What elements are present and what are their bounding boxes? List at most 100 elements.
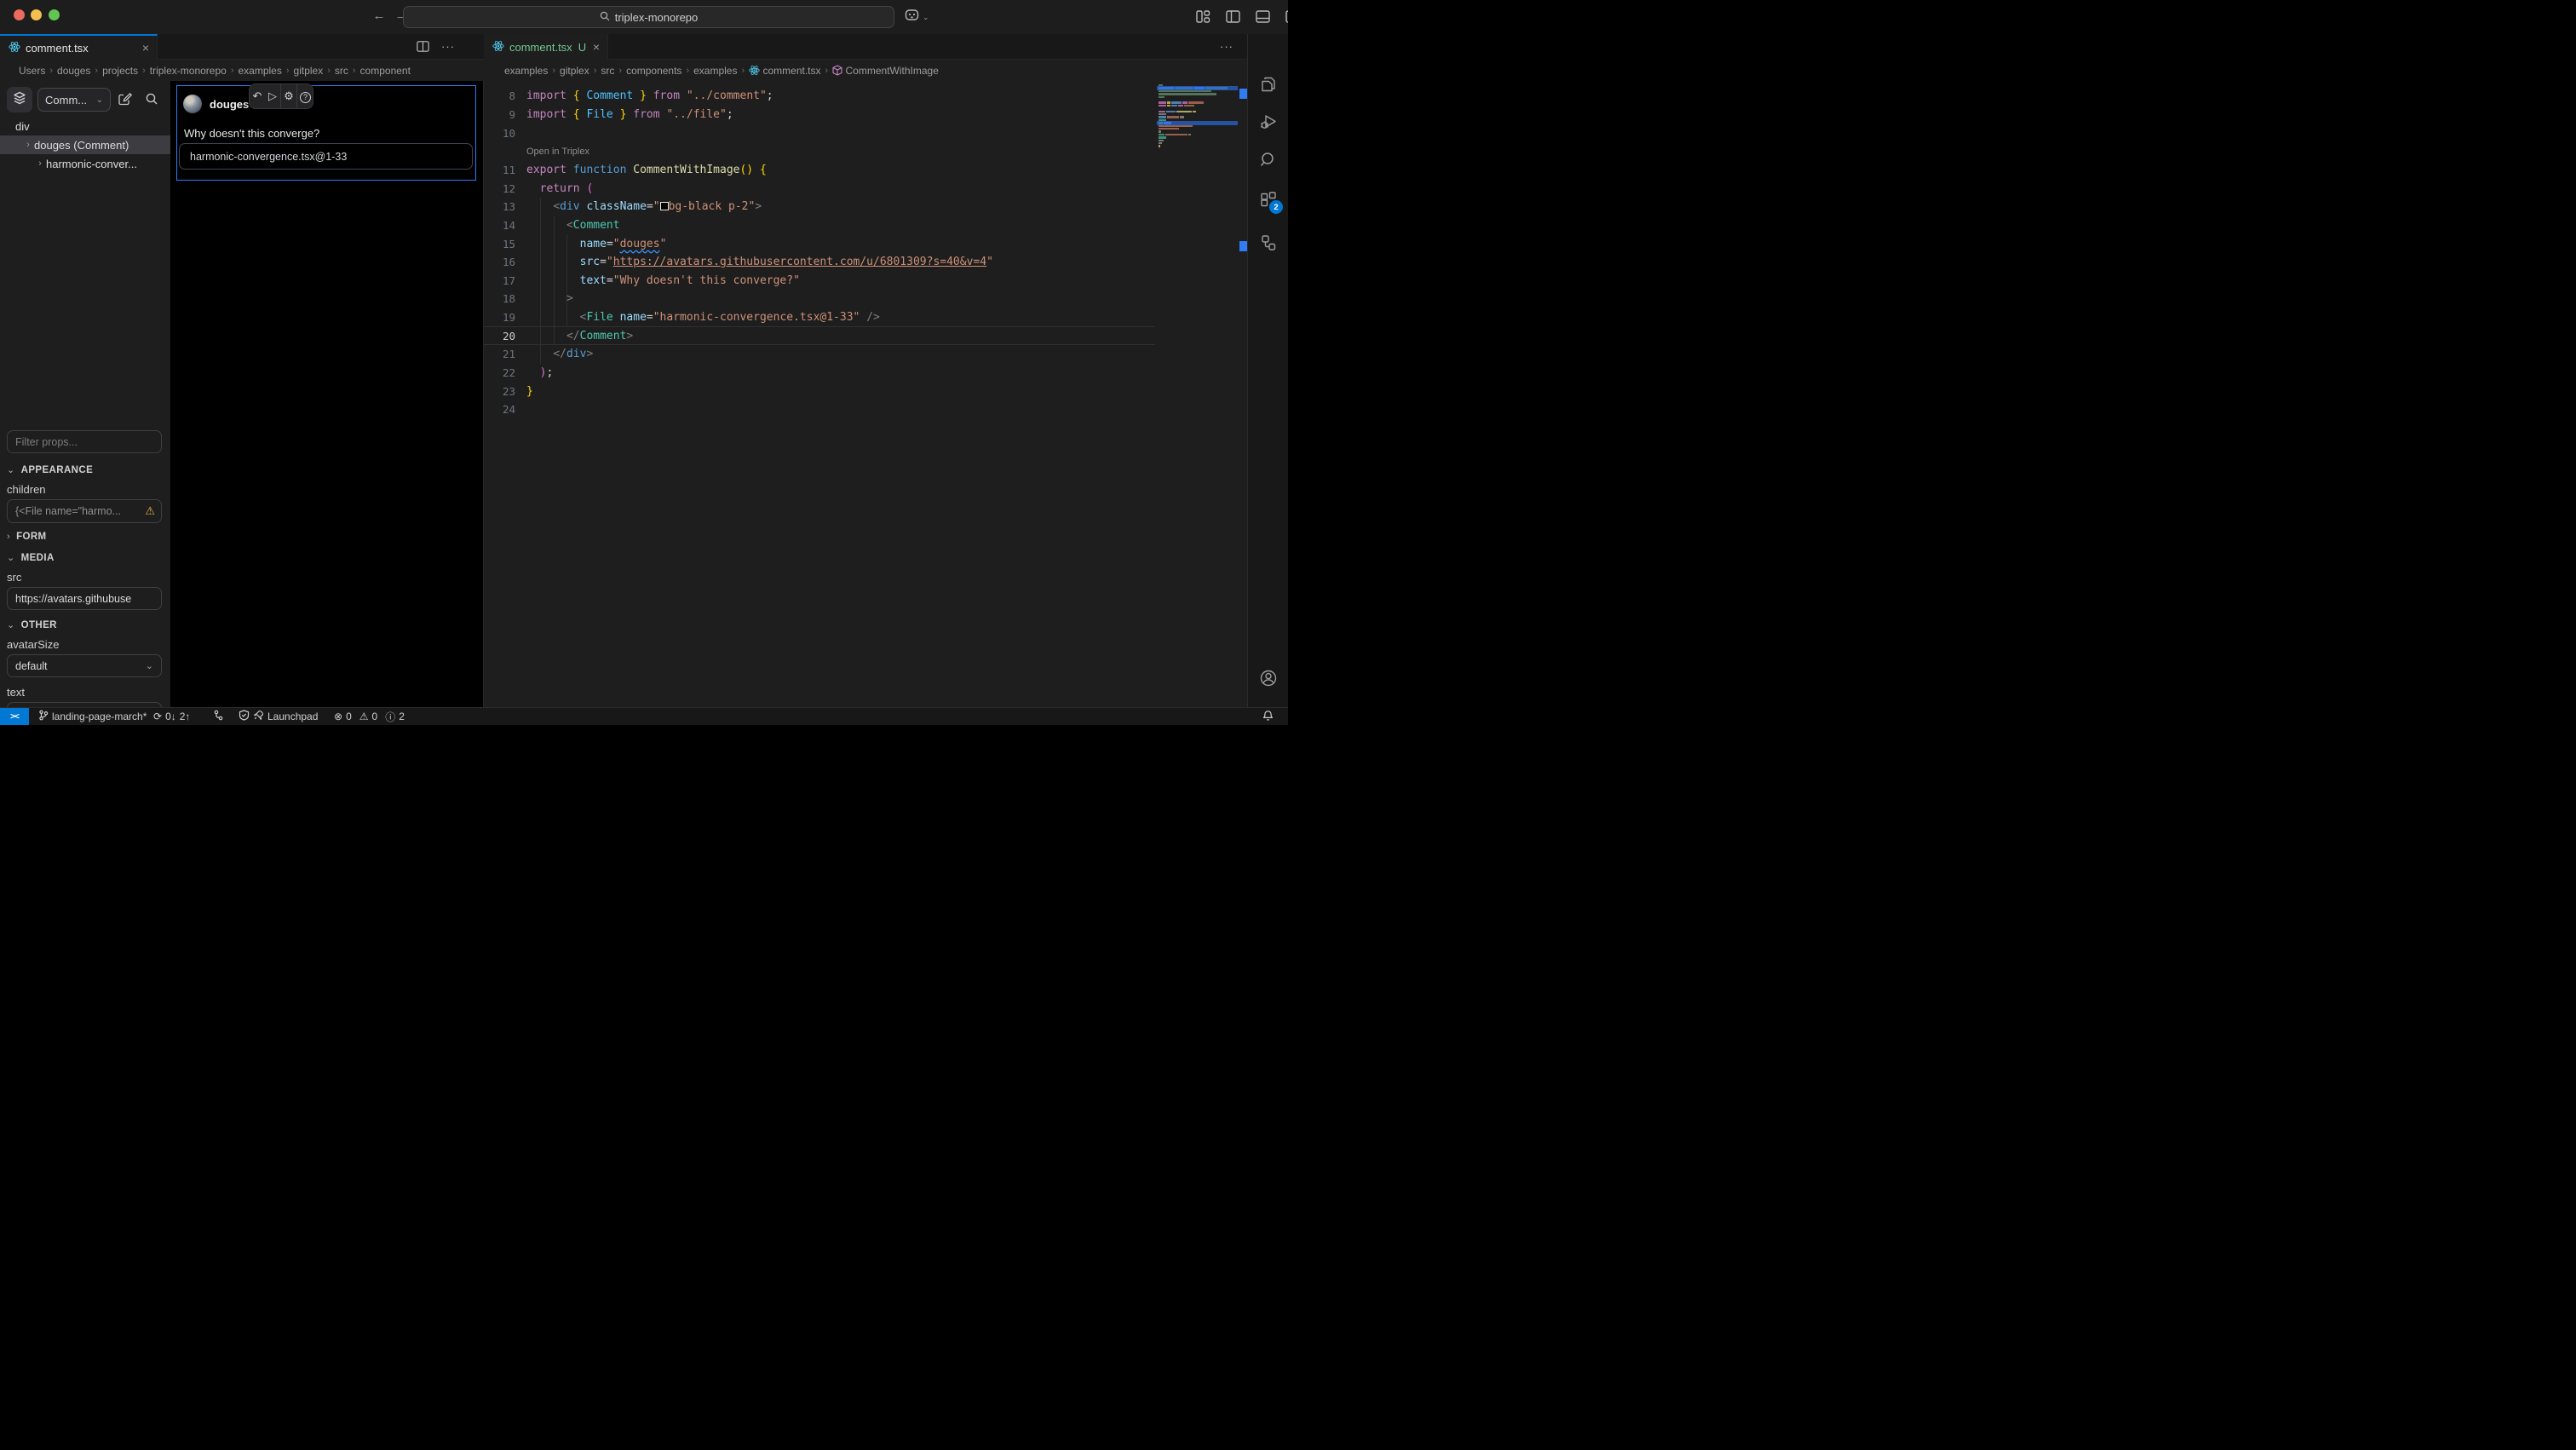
breadcrumb-item[interactable]: douges bbox=[57, 65, 90, 77]
breadcrumb-item[interactable]: component bbox=[360, 65, 411, 77]
tab-comment-tsx-right[interactable]: comment.tsx U × bbox=[484, 34, 608, 60]
split-editor-icon[interactable] bbox=[417, 40, 429, 57]
gear-icon[interactable]: ⚙ bbox=[281, 89, 296, 103]
breadcrumb-item[interactable]: gitplex bbox=[294, 65, 324, 77]
minimap-row bbox=[1159, 93, 1216, 95]
customize-layout-icon[interactable] bbox=[1196, 9, 1210, 24]
run-debug-icon[interactable] bbox=[1259, 112, 1278, 131]
explorer-icon[interactable] bbox=[1259, 75, 1278, 94]
breadcrumb-item[interactable]: examples bbox=[693, 65, 737, 77]
breadcrumb-item[interactable]: examples bbox=[238, 65, 281, 77]
close-tab-icon[interactable]: × bbox=[593, 40, 600, 54]
line-number: 18 bbox=[484, 292, 515, 305]
code-token: { bbox=[760, 164, 767, 176]
component-select[interactable]: Comm... ⌄ bbox=[37, 88, 111, 112]
close-window-button[interactable] bbox=[14, 9, 25, 20]
copilot-menu[interactable]: ⌄ bbox=[905, 9, 929, 26]
history-back-button[interactable]: ← bbox=[370, 9, 388, 23]
new-component-icon[interactable] bbox=[118, 92, 132, 111]
play-icon[interactable]: ▷ bbox=[265, 89, 280, 103]
minimap-segment bbox=[1159, 130, 1161, 132]
search-icon[interactable] bbox=[145, 92, 158, 110]
account-icon[interactable] bbox=[1259, 669, 1278, 688]
code-line[interactable]: 16 src="https://avatars.githubuserconten… bbox=[484, 253, 1157, 272]
code-line[interactable]: 13 <div className="bg-black p-2"> bbox=[484, 198, 1157, 216]
src-input[interactable] bbox=[7, 587, 162, 610]
code-line[interactable]: 19 <File name="harmonic-convergence.tsx@… bbox=[484, 308, 1157, 327]
problems-item[interactable]: ⊗ 0 ⚠ 0 ⓘ 2 bbox=[334, 708, 405, 725]
section-form[interactable]: › FORM bbox=[7, 532, 47, 542]
layers-button[interactable] bbox=[7, 87, 32, 112]
code-line[interactable]: 21 </div> bbox=[484, 345, 1157, 364]
children-input[interactable]: {<File name="harmo... ⚠ bbox=[7, 499, 162, 523]
code-line[interactable]: 8import { Comment } from "../comment"; bbox=[484, 87, 1157, 106]
code-line[interactable]: 9import { File } from "../file"; bbox=[484, 106, 1157, 124]
git-status-badge: U bbox=[578, 41, 586, 54]
toggle-secondary-sidebar-icon[interactable] bbox=[1285, 9, 1288, 24]
code-line[interactable]: 12 return ( bbox=[484, 179, 1157, 198]
maximize-window-button[interactable] bbox=[49, 9, 60, 20]
chevron-right-icon[interactable]: › bbox=[22, 140, 34, 150]
breadcrumb-item[interactable]: Users bbox=[19, 65, 45, 77]
tab-comment-tsx-left[interactable]: comment.tsx × bbox=[0, 34, 158, 60]
minimap[interactable] bbox=[1157, 81, 1238, 707]
more-actions-icon[interactable]: ··· bbox=[441, 40, 455, 57]
breadcrumb-item[interactable]: components bbox=[626, 65, 681, 77]
tree-row[interactable]: ›douges (Comment) bbox=[0, 135, 170, 154]
breadcrumb-file-item[interactable]: comment.tsx bbox=[749, 65, 820, 77]
notifications-item[interactable] bbox=[1262, 708, 1274, 725]
close-tab-icon[interactable]: × bbox=[142, 41, 149, 55]
breadcrumb-item[interactable]: examples bbox=[504, 65, 548, 77]
code-token: File bbox=[586, 108, 612, 121]
search-icon[interactable] bbox=[1259, 151, 1278, 170]
code-line[interactable]: 24 bbox=[484, 400, 1157, 419]
left-group-actions: ··· bbox=[417, 40, 455, 57]
extensions-icon[interactable]: 2 bbox=[1259, 191, 1278, 210]
launchpad-item[interactable]: Launchpad bbox=[239, 708, 318, 725]
code-line[interactable]: 17 text="Why doesn't this converge?" bbox=[484, 272, 1157, 291]
code-line[interactable]: 15 name="douges" bbox=[484, 234, 1157, 253]
breadcrumb-separator: › bbox=[552, 66, 555, 76]
tree-row[interactable]: ›harmonic-conver... bbox=[0, 154, 170, 173]
code-line[interactable]: 18 > bbox=[484, 290, 1157, 308]
code-line[interactable]: 22 ); bbox=[484, 364, 1157, 383]
file-chip[interactable]: harmonic-convergence.tsx@1-33 bbox=[179, 143, 473, 170]
breadcrumb-item[interactable]: projects bbox=[102, 65, 138, 77]
code-line[interactable]: 14 <Comment bbox=[484, 216, 1157, 235]
remote-indicator[interactable]: >< bbox=[0, 708, 29, 725]
section-other[interactable]: ⌄ OTHER bbox=[7, 619, 57, 630]
section-media[interactable]: ⌄ MEDIA bbox=[7, 552, 55, 563]
toggle-primary-sidebar-icon[interactable] bbox=[1226, 9, 1240, 24]
avatarsize-select[interactable]: default ⌄ bbox=[7, 654, 162, 677]
minimap-segment bbox=[1194, 87, 1205, 89]
chevron-right-icon[interactable]: › bbox=[34, 158, 46, 169]
breadcrumb-item[interactable]: src bbox=[335, 65, 348, 77]
selected-component-outline[interactable]: douges Why doesn't this converge? harmon… bbox=[176, 85, 476, 181]
breadcrumb-item[interactable]: src bbox=[601, 65, 614, 77]
more-actions-icon[interactable]: ··· bbox=[1220, 40, 1233, 53]
hierarchy-icon[interactable] bbox=[1259, 233, 1278, 252]
line-number: 12 bbox=[484, 182, 515, 195]
code-line[interactable]: 23} bbox=[484, 382, 1157, 400]
line-number: 19 bbox=[484, 311, 515, 324]
code-line[interactable]: 11export function CommentWithImage() { bbox=[484, 161, 1157, 180]
commit-graph-item[interactable] bbox=[213, 708, 224, 725]
filter-props-input[interactable] bbox=[7, 430, 162, 453]
toggle-panel-icon[interactable] bbox=[1256, 9, 1270, 24]
breadcrumb-symbol-item[interactable]: CommentWithImage bbox=[832, 65, 939, 77]
help-icon[interactable]: ? bbox=[297, 89, 313, 103]
code-line[interactable]: 10 bbox=[484, 124, 1157, 142]
section-appearance[interactable]: ⌄ APPEARANCE bbox=[7, 464, 93, 475]
git-sync-item[interactable]: ⟳ 0↓ 2↑ bbox=[153, 708, 190, 725]
preview-canvas[interactable]: douges Why doesn't this converge? harmon… bbox=[170, 81, 483, 707]
breadcrumb-item[interactable]: triplex-monorepo bbox=[150, 65, 227, 77]
git-branch-item[interactable]: landing-page-march* bbox=[38, 708, 147, 725]
codelens-link[interactable]: Open in Triplex bbox=[526, 147, 589, 157]
command-center-search[interactable]: triplex-monorepo bbox=[403, 6, 894, 28]
shield-check-icon bbox=[239, 710, 250, 723]
minimize-window-button[interactable] bbox=[31, 9, 42, 20]
code-editor[interactable]: 8import { Comment } from "../comment";9i… bbox=[483, 81, 1247, 707]
undo-icon[interactable]: ↶ bbox=[250, 89, 265, 103]
tree-row[interactable]: div bbox=[0, 117, 170, 135]
breadcrumb-item[interactable]: gitplex bbox=[560, 65, 589, 77]
